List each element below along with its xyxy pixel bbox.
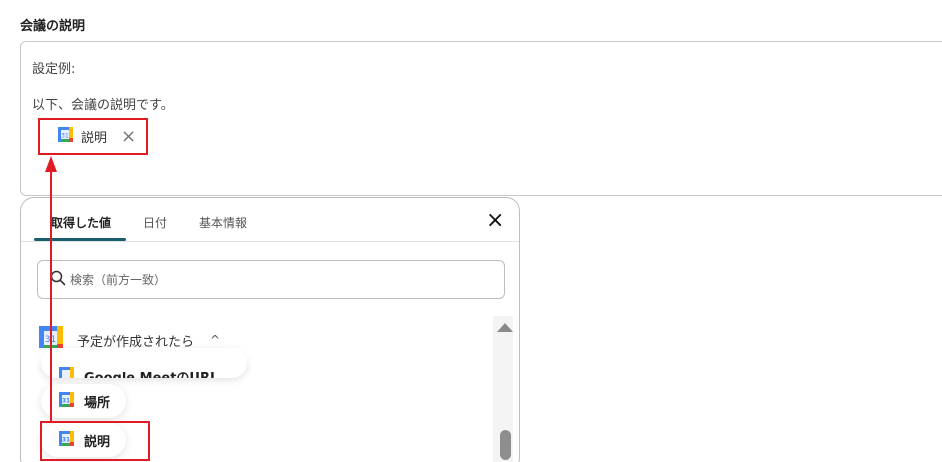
scrollbar-thumb[interactable] [500, 430, 511, 460]
list-item-highlight-box [40, 421, 150, 461]
example-label: 設定例: [32, 62, 76, 77]
description-editor[interactable]: 設定例: 以下、会議の説明です。 [20, 41, 942, 196]
scroll-up-arrow-icon[interactable] [497, 323, 513, 332]
tab-fetched-values[interactable]: 取得した値 [51, 214, 111, 231]
tab-date[interactable]: 日付 [143, 214, 167, 231]
list-item-label: 場所 [84, 395, 111, 411]
list-item-label: Google MeetのURL [84, 367, 218, 378]
chip-highlight-box [38, 118, 148, 155]
search-input[interactable] [70, 272, 450, 287]
tab-basic-info[interactable]: 基本情報 [199, 214, 247, 231]
chevron-up-icon[interactable]: ^ [210, 333, 220, 347]
google-calendar-icon: 31 [59, 391, 74, 411]
search-field[interactable] [37, 260, 505, 299]
description-text: 以下、会議の説明です。 [32, 98, 174, 113]
svg-text:31: 31 [45, 335, 56, 345]
search-icon [50, 270, 66, 290]
list-item-location[interactable]: 31 場所 [41, 384, 127, 418]
close-icon[interactable]: × [486, 210, 504, 232]
google-calendar-icon [59, 367, 74, 378]
list-top-fade [21, 348, 491, 366]
field-label: 会議の説明 [20, 19, 86, 34]
active-tab-indicator [34, 238, 126, 241]
picker-tabs: 取得した値 日付 基本情報 [21, 198, 519, 242]
svg-text:31: 31 [62, 397, 70, 404]
trigger-group-title: 予定が作成されたら [77, 334, 195, 350]
